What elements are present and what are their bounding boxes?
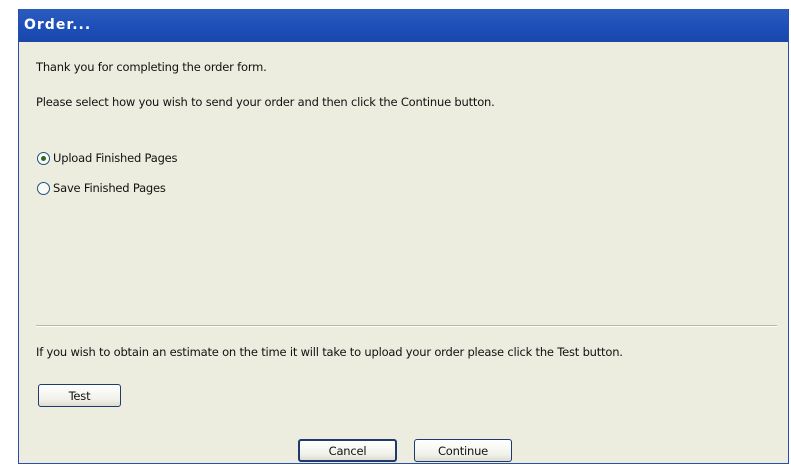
radio-button[interactable] xyxy=(37,181,50,195)
option-label: Save Finished Pages xyxy=(53,181,166,195)
instruction-text: Please select how you wish to send your … xyxy=(36,95,495,109)
divider xyxy=(36,325,777,327)
thank-you-text: Thank you for completing the order form. xyxy=(36,60,267,74)
test-button[interactable]: Test xyxy=(38,384,121,407)
dialog-title: Order... xyxy=(19,9,788,42)
radio-dot-icon xyxy=(41,155,46,161)
continue-button[interactable]: Continue xyxy=(414,439,512,462)
option-upload-finished-pages[interactable]: Upload Finished Pages xyxy=(37,151,178,165)
order-dialog: Order... Thank you for completing the or… xyxy=(18,9,789,464)
option-save-finished-pages[interactable]: Save Finished Pages xyxy=(37,181,166,195)
cancel-button[interactable]: Cancel xyxy=(298,439,397,462)
option-label: Upload Finished Pages xyxy=(53,151,178,165)
radio-button-selected[interactable] xyxy=(37,151,50,165)
estimate-text: If you wish to obtain an estimate on the… xyxy=(36,345,623,359)
